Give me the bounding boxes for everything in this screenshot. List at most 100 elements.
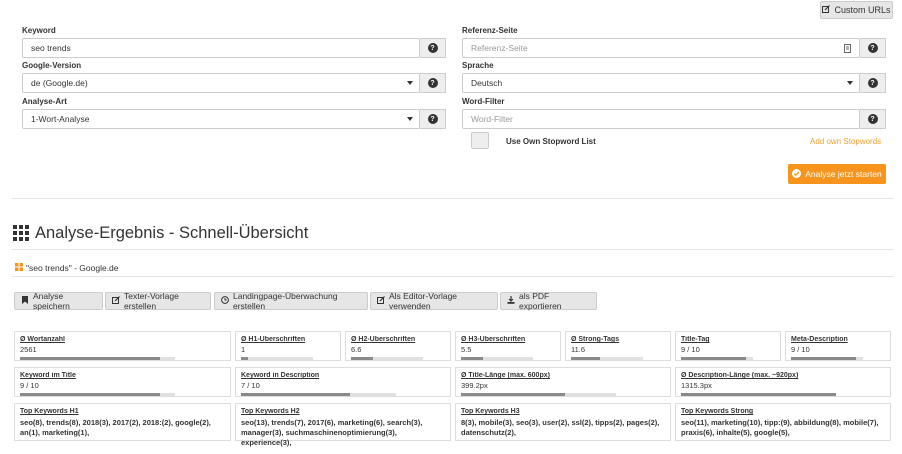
language-value: Deutsch <box>471 78 503 88</box>
metric-value: 9 / 10 <box>791 345 810 354</box>
save-analysis-button[interactable]: Analyse speichern <box>14 291 103 311</box>
language-help-button[interactable]: ? <box>860 73 886 93</box>
analysis-type-label: Analyse-Art <box>22 97 67 106</box>
stopword-label: Use Own Stopword List <box>506 137 596 146</box>
metric-bar-fill <box>20 393 160 396</box>
reference-help-button[interactable]: ? <box>860 38 886 58</box>
grid-icon <box>13 225 29 243</box>
metric-card: Ø H1-Überschriften 1 <box>235 331 341 361</box>
metric-card: Ø Title-Länge (max. 600px) 399.2px <box>455 367 671 397</box>
metric-value: 9 / 10 <box>20 381 39 390</box>
keyword-card-title: Top Keywords H2 <box>241 408 300 415</box>
analysis-type-select[interactable]: 1-Wort-Analyse <box>22 109 420 129</box>
keyword-input[interactable]: seo trends <box>22 38 420 58</box>
create-monitoring-label: Landingpage-Überwachung erstellen <box>233 291 338 311</box>
metric-bar <box>241 393 396 396</box>
metric-bar-fill <box>791 357 856 360</box>
word-filter-placeholder: Word-Filter <box>471 114 513 124</box>
help-icon: ? <box>867 114 878 124</box>
divider <box>12 276 894 277</box>
keyword-card: Top Keywords H1 seo(8), trends(8), 2018(… <box>14 403 231 441</box>
clock-icon <box>221 296 229 306</box>
keyword-card-text: seo(8), trends(8), 2018(3), 2017(2), 201… <box>20 418 211 437</box>
edit-icon <box>377 296 385 306</box>
metric-title: Ø H3-Überschriften <box>461 336 526 343</box>
metric-card: Ø Wortanzahl 2561 <box>14 331 231 361</box>
metric-bar <box>20 357 175 360</box>
metric-card: Ø H2-Überschriften 6.6 <box>345 331 451 361</box>
metric-card: Ø H3-Überschriften 5.5 <box>455 331 561 361</box>
keyword-help-button[interactable]: ? <box>420 38 446 58</box>
metric-title: Ø Wortanzahl <box>20 336 65 343</box>
word-filter-input[interactable]: Word-Filter <box>462 109 860 129</box>
metric-bar-fill <box>241 393 350 396</box>
metric-title: Meta-Description <box>791 336 848 343</box>
metric-card: Keyword im Title 9 / 10 <box>14 367 231 397</box>
metric-title: Keyword in Description <box>241 372 320 379</box>
add-stopwords-link[interactable]: Add own Stopwords <box>810 137 881 146</box>
create-template-label: Texter-Vorlage erstellen <box>124 291 179 311</box>
metric-value: 11.6 <box>571 345 586 354</box>
analysis-type-help-button[interactable]: ? <box>420 109 446 129</box>
chevron-down-icon <box>407 81 413 85</box>
metric-title: Keyword im Title <box>20 372 76 379</box>
metric-bar-fill <box>681 357 746 360</box>
metric-value: 9 / 10 <box>681 345 700 354</box>
metric-value: 7 / 10 <box>241 381 260 390</box>
bookmark-icon <box>21 296 29 306</box>
start-analysis-button[interactable]: Analyse jetzt starten <box>788 164 886 184</box>
result-subtitle: "seo trends" - Google.de <box>26 263 119 273</box>
metric-card: Title-Tag 9 / 10 <box>675 331 781 361</box>
metric-title: Title-Tag <box>681 336 710 343</box>
keyword-card-text: seo(13), trends(7), 2017(6), marketing(6… <box>241 418 423 447</box>
export-pdf-button[interactable]: als PDF exportieren <box>500 291 597 311</box>
custom-urls-label: Custom URLs <box>834 5 891 15</box>
keyword-card-title: Top Keywords H1 <box>20 408 79 415</box>
check-circle-icon <box>792 168 802 180</box>
create-monitoring-button[interactable]: Landingpage-Überwachung erstellen <box>214 291 368 311</box>
custom-urls-button[interactable]: Custom URLs <box>820 1 893 19</box>
help-icon: ? <box>427 114 438 124</box>
keyword-label: Keyword <box>22 26 56 35</box>
export-pdf-label: als PDF exportieren <box>519 291 562 311</box>
reference-input[interactable]: Referenz-Seite <box>462 38 860 58</box>
help-icon: ? <box>427 78 438 88</box>
chevron-down-icon <box>847 81 853 85</box>
metric-bar-fill <box>351 357 373 360</box>
metric-value: 1315.3px <box>681 381 712 390</box>
language-select[interactable]: Deutsch <box>462 73 860 93</box>
metric-card: Meta-Description 9 / 10 <box>785 331 891 361</box>
start-analysis-label: Analyse jetzt starten <box>805 169 882 179</box>
metric-bar <box>241 357 313 360</box>
keyword-card-title: Top Keywords H3 <box>461 408 520 415</box>
use-editor-template-button[interactable]: Als Editor-Vorlage verwenden <box>370 291 498 311</box>
google-version-help-button[interactable]: ? <box>420 73 446 93</box>
download-icon <box>507 296 515 306</box>
google-grid-icon <box>15 263 23 273</box>
metric-bar-fill <box>20 357 160 360</box>
metric-value: 2561 <box>20 345 37 354</box>
keyword-value: seo trends <box>31 43 71 53</box>
keyword-card: Top Keywords H2 seo(13), trends(7), 2017… <box>235 403 451 447</box>
divider <box>12 198 894 199</box>
metric-bar <box>791 357 863 360</box>
metric-bar-fill <box>571 357 600 360</box>
stopword-checkbox[interactable] <box>471 132 489 149</box>
reference-placeholder: Referenz-Seite <box>471 43 528 53</box>
google-version-label: Google-Version <box>22 61 82 70</box>
metric-value: 5.5 <box>461 345 472 354</box>
keyword-card-text: 8(3), mobile(3), seo(3), user(2), ssl(2)… <box>461 418 660 437</box>
google-version-select[interactable]: de (Google.de) <box>22 73 420 93</box>
word-filter-help-button[interactable]: ? <box>860 109 886 129</box>
metric-bar-fill <box>241 357 249 360</box>
create-template-button[interactable]: Texter-Vorlage erstellen <box>105 291 211 311</box>
metric-bar-fill <box>461 393 565 396</box>
save-analysis-label: Analyse speichern <box>33 291 70 311</box>
metric-title: Ø Strong-Tags <box>571 336 620 343</box>
metric-bar <box>571 357 643 360</box>
metric-title: Ø H1-Überschriften <box>241 336 306 343</box>
metric-title: Ø H2-Überschriften <box>351 336 416 343</box>
edit-icon <box>822 5 831 15</box>
help-icon: ? <box>867 78 878 88</box>
use-editor-template-label: Als Editor-Vorlage verwenden <box>389 291 458 311</box>
